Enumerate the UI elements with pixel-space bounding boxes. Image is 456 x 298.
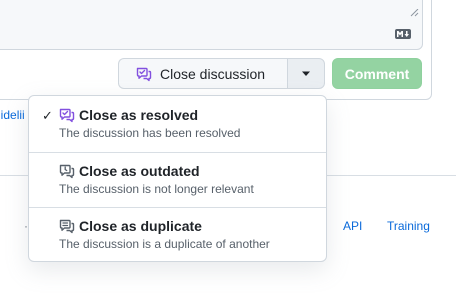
- menu-item-close-as-outdated[interactable]: Close as outdated The discussion is not …: [29, 152, 326, 208]
- close-discussion-button[interactable]: Close discussion: [118, 58, 287, 89]
- discussion-closed-icon: [136, 67, 152, 81]
- close-reason-menu: ✓ Close as resolved The discussion has b…: [28, 95, 327, 262]
- comment-textarea[interactable]: [0, 0, 423, 50]
- menu-item-description: The discussion has been resolved: [59, 126, 241, 140]
- markdown-icon[interactable]: [395, 29, 411, 39]
- menu-item-description: The discussion is a duplicate of another: [59, 237, 270, 251]
- comment-label: Comment: [344, 65, 410, 82]
- menu-item-close-as-duplicate[interactable]: Close as duplicate The discussion is a d…: [29, 207, 326, 261]
- footer-link-training[interactable]: Training: [387, 219, 430, 233]
- triangle-down-icon: [302, 71, 310, 76]
- menu-item-title: Close as duplicate: [79, 218, 202, 234]
- close-options-caret-button[interactable]: [287, 58, 325, 89]
- guidelines-link-fragment[interactable]: uidelii: [0, 108, 25, 122]
- menu-item-title: Close as resolved: [79, 107, 199, 123]
- discussion-closed-icon: [59, 108, 75, 123]
- comment-button[interactable]: Comment: [332, 58, 422, 89]
- menu-item-title: Close as outdated: [79, 163, 200, 179]
- resize-grip-icon[interactable]: [409, 9, 419, 17]
- check-icon: ✓: [42, 108, 53, 123]
- menu-item-description: The discussion is not longer relevant: [59, 182, 254, 196]
- menu-item-close-as-resolved[interactable]: ✓ Close as resolved The discussion has b…: [29, 96, 326, 152]
- footer-link-api[interactable]: API: [343, 219, 362, 233]
- discussion-duplicate-icon: [59, 219, 75, 234]
- close-discussion-label: Close discussion: [160, 65, 266, 82]
- discussion-outdated-icon: [59, 164, 75, 179]
